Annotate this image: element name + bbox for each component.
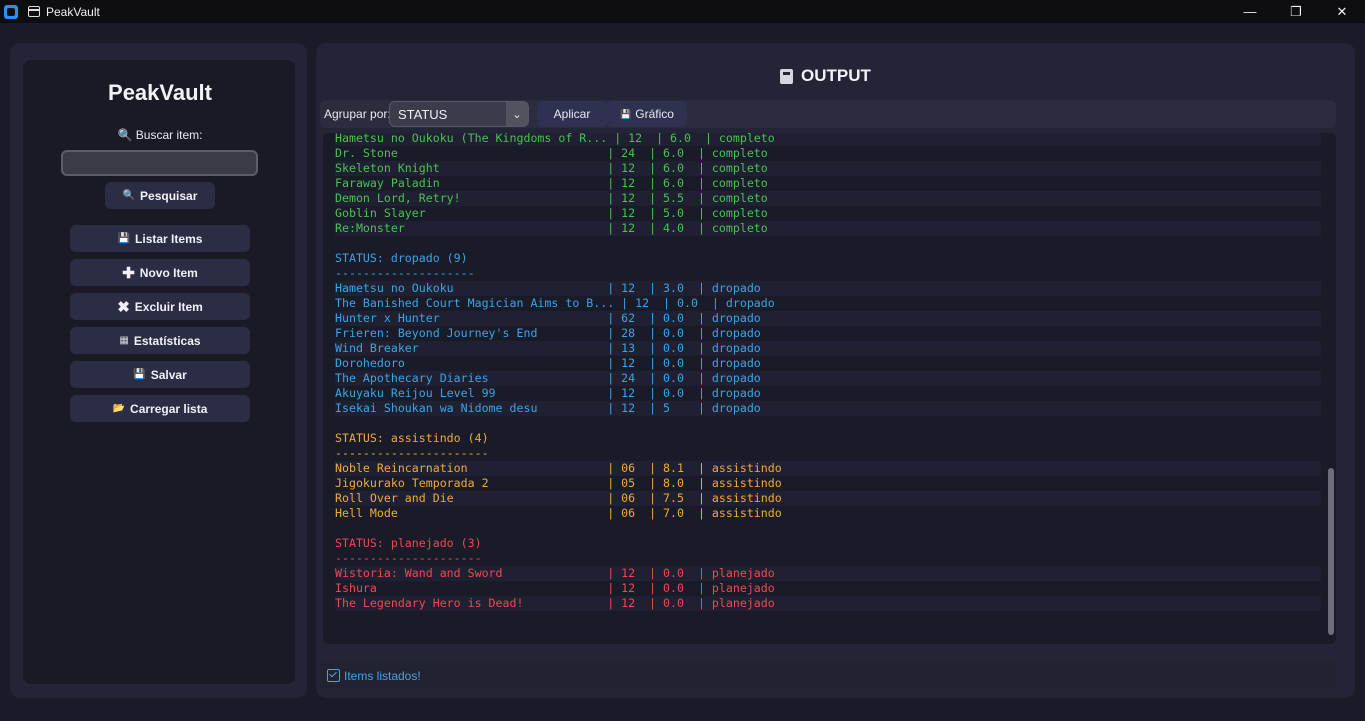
search-button[interactable]: 🔍 Pesquisar [105, 182, 215, 209]
output-textbox[interactable]: Hametsu no Oukoku (The Kingdoms of R... … [323, 133, 1336, 644]
output-row: Dr. Stone | 24 | 6.0 | completo [335, 146, 768, 160]
magnifier-icon: 🔍 [122, 190, 136, 201]
status-bar [320, 662, 1336, 689]
output-row: Wind Breaker | 13 | 0.0 | dropado [335, 341, 1321, 356]
list-items-label: Listar Items [135, 231, 203, 246]
title-bar: PeakVault — ❐ ✕ [0, 0, 1365, 23]
output-row: Ishura | 12 | 0.0 | planejado [335, 581, 775, 595]
output-row: Demon Lord, Retry! | 12 | 5.5 | completo [335, 191, 1321, 206]
window-title: PeakVault [46, 4, 100, 19]
load-list-label: Carregar lista [130, 401, 208, 416]
app-title: PeakVault [108, 80, 212, 105]
x-icon: ✖ [117, 298, 130, 316]
output-scrollbar[interactable] [1328, 468, 1334, 635]
minimize-button[interactable]: — [1227, 0, 1273, 23]
output-row: Faraway Paladin | 12 | 6.0 | completo [335, 176, 768, 190]
close-button[interactable]: ✕ [1319, 0, 1365, 23]
output-row: Goblin Slayer | 12 | 5.0 | completo [335, 206, 768, 220]
statistics-button[interactable]: ▦ Estatísticas [70, 327, 250, 354]
output-line: --------------------- [335, 551, 482, 565]
status-message: Items listados! [344, 669, 421, 683]
floppy-icon: 💾 [620, 108, 632, 119]
output-row: Hunter x Hunter | 62 | 0.0 | dropado [335, 311, 1321, 326]
output-row: The Apothecary Diaries | 24 | 0.0 | drop… [335, 371, 1321, 386]
chart-button[interactable]: 💾 Gráfico [607, 101, 687, 127]
delete-item-label: Excluir Item [134, 299, 203, 314]
output-title-text: OUTPUT [801, 66, 871, 85]
group-by-label: Agrupar por: [324, 107, 391, 121]
statistics-label: Estatísticas [133, 333, 201, 348]
new-item-label: Novo Item [139, 265, 198, 280]
chart-button-label: Gráfico [635, 107, 674, 121]
delete-item-button[interactable]: ✖ Excluir Item [70, 293, 250, 320]
checkbox-icon [327, 669, 340, 682]
apply-button-label: Aplicar [553, 107, 591, 121]
output-row: Noble Reincarnation | 06 | 8.1 | assisti… [335, 461, 1321, 476]
load-list-button[interactable]: 📂 Carregar lista [70, 395, 250, 422]
floppy-icon: 💾 [117, 233, 131, 244]
chevron-down-icon[interactable]: ⌄ [506, 102, 528, 126]
apply-button[interactable]: Aplicar [537, 101, 607, 127]
save-button[interactable]: 💾 Salvar [70, 361, 250, 388]
restore-button[interactable]: ❐ [1273, 0, 1319, 23]
group-by-value: STATUS [398, 106, 448, 122]
search-button-label: Pesquisar [140, 188, 198, 203]
output-row: Akuyaku Reijou Level 99 | 12 | 0.0 | dro… [335, 386, 761, 400]
window-controls: — ❐ ✕ [1227, 0, 1365, 23]
output-line: STATUS: planejado (3) [335, 536, 482, 550]
output-row: Hell Mode | 06 | 7.0 | assistindo [335, 506, 782, 520]
output-row: Hametsu no Oukoku (The Kingdoms of R... … [335, 133, 1321, 146]
folder-icon: 📂 [112, 403, 126, 414]
floppy-icon: 💾 [133, 369, 146, 380]
app-icon [4, 4, 18, 19]
output-row: Re:Monster | 12 | 4.0 | completo [335, 221, 1321, 236]
output-row: Jigokurako Temporada 2 | 05 | 8.0 | assi… [335, 476, 782, 490]
output-row: Dorohedoro | 12 | 0.0 | dropado [335, 356, 761, 370]
output-row: Skeleton Knight | 12 | 6.0 | completo [335, 161, 1321, 176]
output-lines: Hametsu no Oukoku (The Kingdoms of R... … [335, 133, 1321, 611]
output-line: -------------------- [335, 266, 475, 280]
output-row: The Banished Court Magician Aims to B...… [335, 296, 775, 310]
output-row: Hametsu no Oukoku | 12 | 3.0 | dropado [335, 281, 1321, 296]
new-item-button[interactable]: ✚ Novo Item [70, 259, 250, 286]
list-items-button[interactable]: 💾 Listar Items [70, 225, 250, 252]
save-label: Salvar [150, 367, 187, 382]
output-title: OUTPUT [780, 66, 871, 86]
output-line: STATUS: dropado (9) [335, 251, 468, 265]
output-line: STATUS: assistindo (4) [335, 431, 489, 445]
chart-grid-icon: ▦ [119, 335, 129, 346]
plus-icon: ✚ [122, 264, 135, 282]
output-line: ---------------------- [335, 446, 489, 460]
search-input[interactable] [61, 150, 258, 176]
output-row: Isekai Shoukan wa Nidome desu | 12 | 5 |… [335, 401, 1321, 416]
floppy-icon [780, 68, 793, 84]
search-label: 🔍 Buscar item: [117, 128, 203, 142]
group-by-select[interactable]: STATUS ⌄ [389, 101, 529, 127]
output-row: Wistoria: Wand and Sword | 12 | 0.0 | pl… [335, 566, 1321, 581]
window-icon [28, 6, 40, 17]
output-row: The Legendary Hero is Dead! | 12 | 0.0 |… [335, 596, 1321, 611]
output-row: Roll Over and Die | 06 | 7.5 | assistind… [335, 491, 1321, 506]
output-row: Frieren: Beyond Journey's End | 28 | 0.0… [335, 326, 761, 340]
